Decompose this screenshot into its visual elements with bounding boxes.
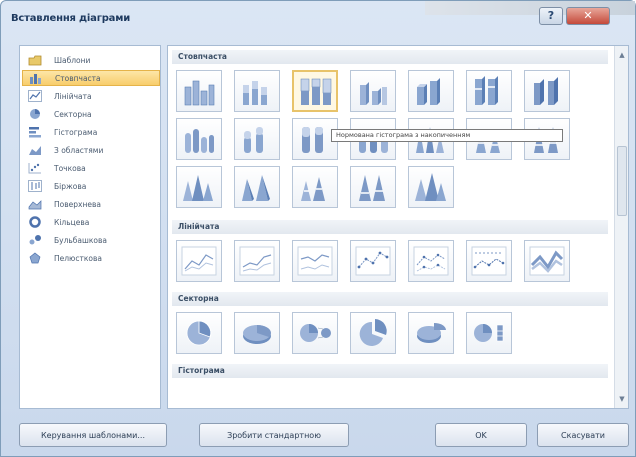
chart-type-stacked-cylinder[interactable] (234, 118, 280, 160)
chart-type-100-stacked-column[interactable] (292, 70, 338, 112)
category-column[interactable]: Стовпчаста (22, 70, 160, 86)
column-chart-icon (29, 72, 43, 84)
category-radar[interactable]: Пелюсткова (22, 250, 160, 266)
section-header-bar: Гістограма (172, 364, 608, 378)
scroll-up-icon[interactable]: ▲ (617, 50, 627, 60)
category-label: Шаблони (54, 55, 91, 65)
chart-type-3d-pyramid[interactable] (408, 166, 454, 208)
radar-chart-icon (28, 252, 42, 264)
area-chart-icon (28, 144, 42, 156)
category-label: Кільцева (54, 217, 90, 227)
chart-type-clustered-column[interactable] (176, 70, 222, 112)
category-label: Стовпчаста (55, 73, 101, 83)
chart-type-100-stacked-line-markers[interactable] (466, 240, 512, 282)
chart-type-3d-exploded-pie[interactable] (408, 312, 454, 354)
section-header-pie: Секторна (172, 292, 608, 306)
chart-type-3d-column[interactable] (524, 70, 570, 112)
scatter-chart-icon (28, 162, 42, 174)
category-templates[interactable]: Шаблони (22, 52, 160, 68)
title-bar: Вставлення діаграми ? ✕ (1, 1, 636, 37)
section-header-column: Стовпчаста (172, 50, 608, 64)
bar-chart-icon (28, 126, 42, 138)
chart-type-3d-clustered-column[interactable] (350, 70, 396, 112)
category-label: Точкова (54, 163, 86, 173)
category-stock[interactable]: Біржова (22, 178, 160, 194)
insert-chart-dialog: Вставлення діаграми ? ✕ Шаблони Стовпчас… (0, 0, 636, 457)
chart-type-stacked-column[interactable] (234, 70, 280, 112)
chart-type-line[interactable] (176, 240, 222, 282)
category-bubble[interactable]: Бульбашкова (22, 232, 160, 248)
category-scatter[interactable]: Точкова (22, 160, 160, 176)
chart-type-stacked-line-markers[interactable] (408, 240, 454, 282)
scroll-thumb[interactable] (617, 146, 627, 216)
chart-type-clustered-cylinder[interactable] (176, 118, 222, 160)
line-chart-icon (28, 90, 42, 102)
help-button[interactable]: ? (539, 7, 563, 25)
chart-type-100-stacked-pyramid[interactable] (350, 166, 396, 208)
close-button[interactable]: ✕ (566, 7, 610, 25)
chart-category-list: Шаблони Стовпчаста Лінійчата Секторна Гі… (19, 45, 161, 409)
chart-type-pie[interactable] (176, 312, 222, 354)
category-label: Лінійчата (54, 91, 92, 101)
chart-type-tooltip: Нормована гістограма з накопиченням (331, 129, 563, 142)
chart-type-line-with-markers[interactable] (350, 240, 396, 282)
category-label: Біржова (54, 181, 87, 191)
chart-type-100-stacked-line[interactable] (292, 240, 338, 282)
help-icon: ? (547, 9, 555, 22)
category-label: Пелюсткова (54, 253, 102, 263)
category-label: Поверхнева (54, 199, 101, 209)
stock-chart-icon (28, 180, 42, 192)
ok-button[interactable]: OK (435, 423, 527, 447)
chart-type-clustered-pyramid[interactable] (234, 166, 280, 208)
chart-type-3d-pie[interactable] (234, 312, 280, 354)
chart-type-bar-of-pie[interactable] (466, 312, 512, 354)
category-label: Секторна (54, 109, 92, 119)
chart-type-stacked-line[interactable] (234, 240, 280, 282)
scroll-down-icon[interactable]: ▼ (617, 394, 627, 404)
pie-chart-icon (28, 108, 42, 120)
close-icon: ✕ (583, 9, 593, 22)
chart-type-exploded-pie[interactable] (350, 312, 396, 354)
category-label: Гістограма (54, 127, 98, 137)
dialog-title: Вставлення діаграми (11, 13, 131, 24)
chart-type-3d-100-stacked-column[interactable] (466, 70, 512, 112)
bubble-chart-icon (28, 234, 42, 246)
category-bar[interactable]: Гістограма (22, 124, 160, 140)
chart-type-stacked-pyramid[interactable] (292, 166, 338, 208)
chart-type-3d-line[interactable] (524, 240, 570, 282)
chart-gallery: Стовпчаста Лінійчата Секторна Гістограма… (167, 45, 629, 409)
category-line[interactable]: Лінійчата (22, 88, 160, 104)
category-area[interactable]: З областями (22, 142, 160, 158)
folder-icon (28, 54, 42, 66)
manage-templates-button[interactable]: Керування шаблонами... (19, 423, 167, 447)
category-pie[interactable]: Секторна (22, 106, 160, 122)
category-label: Бульбашкова (54, 235, 108, 245)
surface-chart-icon (28, 198, 42, 210)
category-doughnut[interactable]: Кільцева (22, 214, 160, 230)
doughnut-chart-icon (28, 216, 42, 228)
cancel-button[interactable]: Скасувати (537, 423, 629, 447)
chart-type-pie-of-pie[interactable] (292, 312, 338, 354)
chart-type-3d-stacked-column[interactable] (408, 70, 454, 112)
category-surface[interactable]: Поверхнева (22, 196, 160, 212)
set-default-button[interactable]: Зробити стандартною (199, 423, 349, 447)
gallery-scrollbar[interactable]: ▲ ▼ (614, 46, 628, 408)
chart-type-3d-cone[interactable] (176, 166, 222, 208)
category-label: З областями (54, 145, 104, 155)
section-header-line: Лінійчата (172, 220, 608, 234)
